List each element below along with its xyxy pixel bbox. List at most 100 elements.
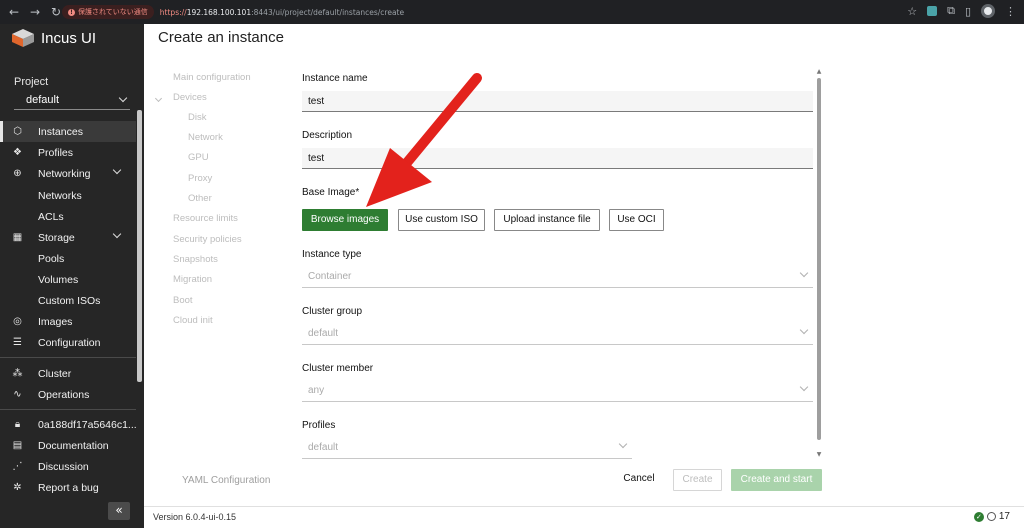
step-snapshots[interactable]: Snapshots xyxy=(173,254,218,265)
extension-icon[interactable] xyxy=(927,6,938,16)
brand[interactable]: Incus UI xyxy=(11,28,96,48)
page-title: Create an instance xyxy=(158,29,284,46)
status-bar: Version 6.0.4-ui-0.15 ✓ 17 xyxy=(144,506,1024,528)
sidebar-item-networks[interactable]: Networks xyxy=(0,185,136,206)
sidebar-item-images[interactable]: ◎ Images xyxy=(0,311,136,332)
sidebar-item-operations[interactable]: ∿ Operations xyxy=(0,384,136,405)
cluster-group-select[interactable]: default xyxy=(302,323,813,345)
browser-toolbar: ← → ↻ ! 保護されていない通信 https://192.168.100.1… xyxy=(0,0,1024,24)
cluster-member-select[interactable]: any xyxy=(302,380,813,402)
sidebar-item-storage[interactable]: ▦ Storage xyxy=(0,227,136,248)
instances-icon: ⬡ xyxy=(13,126,22,137)
profiles-label: Profiles xyxy=(302,420,336,431)
instance-type-select[interactable]: Container xyxy=(302,266,813,288)
yaml-configuration-link[interactable]: YAML Configuration xyxy=(182,475,270,486)
profiles-icon: ❖ xyxy=(13,147,22,158)
notification-count: 17 xyxy=(998,511,1010,522)
sidebar-item-acls[interactable]: ACLs xyxy=(0,206,136,227)
sidebar-scrollbar[interactable] xyxy=(137,110,142,382)
version-text: Version 6.0.4-ui-0.15 xyxy=(153,512,237,522)
profile-avatar[interactable] xyxy=(981,4,995,18)
collapse-sidebar-button[interactable]: « xyxy=(108,502,130,520)
chevron-down-icon xyxy=(112,229,122,239)
check-circle-icon: ✓ xyxy=(973,511,984,522)
sidebar-item-instances[interactable]: ⬡ Instances xyxy=(0,121,136,142)
bookmark-star-icon[interactable]: ☆ xyxy=(907,5,917,18)
profiles-select[interactable]: default xyxy=(302,437,632,459)
step-main-configuration[interactable]: Main configuration xyxy=(173,72,251,83)
sidebar-item-profiles[interactable]: ❖ Profiles xyxy=(0,142,136,163)
instance-type-label: Instance type xyxy=(302,249,362,260)
chevron-down-icon xyxy=(799,325,809,335)
sidebar-item-cluster[interactable]: ⁂ Cluster xyxy=(0,363,136,384)
status-area[interactable]: ✓ 17 xyxy=(973,511,1010,522)
use-custom-iso-button[interactable]: Use custom ISO xyxy=(398,209,485,231)
images-icon: ◎ xyxy=(13,316,22,327)
form-scrollbar-thumb[interactable] xyxy=(817,78,821,440)
configuration-icon: ☰ xyxy=(13,337,22,348)
step-devices[interactable]: Devices xyxy=(173,92,207,103)
chevron-down-icon xyxy=(154,94,163,103)
sidebar-divider xyxy=(0,409,136,410)
step-disk[interactable]: Disk xyxy=(188,112,206,123)
security-warning-badge[interactable]: ! 保護されていない通信 xyxy=(62,5,154,19)
discussion-icon: ⋰ xyxy=(12,461,23,472)
step-resource-limits[interactable]: Resource limits xyxy=(173,213,238,224)
base-image-label: Base Image* xyxy=(302,187,360,198)
sidepanel-icon[interactable]: ▯ xyxy=(965,5,971,18)
instance-name-label: Instance name xyxy=(302,73,368,84)
sidebar-item-discussion[interactable]: ⋰ Discussion xyxy=(0,456,136,477)
lock-icon: 🔒︎ xyxy=(14,419,21,430)
cluster-member-label: Cluster member xyxy=(302,363,374,374)
url-text: https://192.168.100.101:8443/ui/project/… xyxy=(159,7,405,17)
forward-icon[interactable]: → xyxy=(28,5,42,19)
sidebar: Incus UI Project default ⬡ Instances ❖ P… xyxy=(0,24,144,528)
description-label: Description xyxy=(302,130,353,141)
project-select[interactable]: default xyxy=(14,90,130,110)
documentation-icon: ▤ xyxy=(12,440,23,451)
create-button[interactable]: Create xyxy=(673,469,722,491)
sidebar-item-configuration[interactable]: ☰ Configuration xyxy=(0,332,136,353)
warning-icon: ! xyxy=(68,8,75,16)
reload-icon[interactable]: ↻ xyxy=(49,5,63,19)
description-input[interactable]: test xyxy=(302,148,813,169)
notification-icon xyxy=(986,512,996,521)
chevron-down-icon xyxy=(618,439,628,449)
sidebar-item-account[interactable]: 🔒︎ 0a188df17a5646c1... xyxy=(0,414,137,435)
step-migration[interactable]: Migration xyxy=(173,274,212,285)
sidebar-item-volumes[interactable]: Volumes xyxy=(0,269,136,290)
sidebar-divider xyxy=(0,357,136,358)
sidebar-item-custom-isos[interactable]: Custom ISOs xyxy=(0,290,136,311)
project-label: Project xyxy=(14,76,49,88)
chevron-down-icon xyxy=(112,165,122,175)
cancel-button[interactable]: Cancel xyxy=(614,469,664,491)
address-bar[interactable]: ! 保護されていない通信 https://192.168.100.101:844… xyxy=(62,3,932,21)
step-other[interactable]: Other xyxy=(188,193,212,204)
chevron-down-icon xyxy=(799,382,809,392)
scroll-up-icon[interactable]: ▲ xyxy=(816,69,822,75)
chevron-down-icon xyxy=(118,93,128,103)
step-gpu[interactable]: GPU xyxy=(188,152,209,163)
browser-menu-icon[interactable]: ⋮ xyxy=(1005,5,1016,18)
scroll-down-icon[interactable]: ▼ xyxy=(816,452,822,458)
step-security-policies[interactable]: Security policies xyxy=(173,234,242,245)
browse-images-button[interactable]: Browse images xyxy=(302,209,388,231)
use-oci-button[interactable]: Use OCI xyxy=(609,209,664,231)
chevron-down-icon xyxy=(799,268,809,278)
step-proxy[interactable]: Proxy xyxy=(188,173,212,184)
sidebar-item-documentation[interactable]: ▤ Documentation xyxy=(0,435,136,456)
create-and-start-button[interactable]: Create and start xyxy=(731,469,822,491)
step-cloud-init[interactable]: Cloud init xyxy=(173,315,213,326)
cluster-icon: ⁂ xyxy=(12,368,23,379)
back-icon[interactable]: ← xyxy=(7,5,21,19)
sidebar-item-networking[interactable]: ⊕ Networking xyxy=(0,163,136,184)
sidebar-item-report-bug[interactable]: ✲ Report a bug xyxy=(0,477,136,498)
storage-icon: ▦ xyxy=(12,232,23,243)
step-boot[interactable]: Boot xyxy=(173,295,193,306)
instance-name-input[interactable]: test xyxy=(302,91,813,112)
extensions-puzzle-icon[interactable]: ⧉ xyxy=(947,4,955,18)
step-network[interactable]: Network xyxy=(188,132,223,143)
upload-instance-file-button[interactable]: Upload instance file xyxy=(494,209,600,231)
incus-logo-icon xyxy=(12,29,34,47)
sidebar-item-pools[interactable]: Pools xyxy=(0,248,136,269)
